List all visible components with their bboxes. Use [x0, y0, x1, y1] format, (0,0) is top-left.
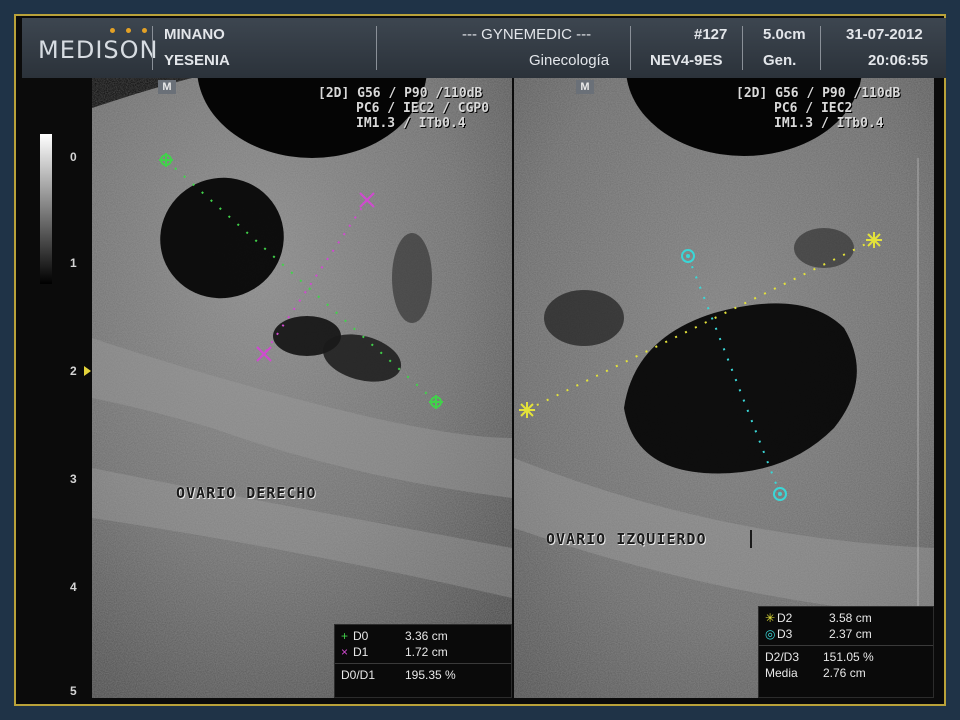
patient-first-name: YESENIA [164, 52, 230, 69]
param-line: IM1.3 / ITb0.4 [356, 116, 466, 131]
param-line: PC6 / IEC2 / CGP0 [356, 101, 490, 116]
mean-name: Media [765, 666, 798, 680]
measurement-box: ✳ D2 3.58 cm ◎ D3 2.37 cm D2/D3 151.05 %… [758, 606, 934, 698]
preset-name: Gen. [763, 52, 797, 69]
plus-caliper-icon: + [341, 629, 349, 643]
measurement-name: D1 [353, 645, 369, 659]
exam-type: Ginecología [529, 52, 610, 69]
measurement-name: D3 [777, 627, 793, 641]
measurement-value: 1.72 cm [405, 645, 448, 659]
measurement-value: 3.58 cm [829, 611, 872, 625]
mode-marker-badge: M [158, 80, 176, 94]
study-number: #127 [694, 26, 728, 43]
measurement-row: ◎ D3 2.37 cm [759, 626, 933, 642]
measurement-value: 3.36 cm [405, 629, 448, 643]
probe-name: NEV4-9ES [650, 52, 723, 69]
ratio-value: 151.05 % [823, 650, 874, 664]
ratio-name: D0/D1 [341, 668, 376, 682]
depth-tick: 0 [70, 150, 77, 164]
asterisk-caliper-icon: ✳ [765, 611, 776, 625]
divider [335, 663, 511, 664]
mean-value: 2.76 cm [823, 666, 866, 680]
header-divider [376, 26, 377, 70]
measurement-row: ✳ D2 3.58 cm [759, 610, 933, 626]
param-line: IM1.3 / ITb0.4 [774, 116, 884, 131]
depth-tick: 2 [70, 364, 77, 378]
ratio-row: D0/D1 195.35 % [335, 667, 511, 683]
imaging-params: [2D] G56 / P90 /110dB PC6 / IEC2 / CGP0 … [318, 86, 489, 131]
focus-marker-icon [84, 366, 91, 376]
ratio-name: D2/D3 [765, 650, 800, 664]
right-sonogram-svg [514, 78, 934, 698]
brand-logo: MEDISON [38, 36, 159, 64]
ratio-value: 195.35 % [405, 668, 456, 682]
patient-last-name: MINANO [164, 26, 225, 43]
header-divider [630, 26, 631, 70]
measurement-value: 2.37 cm [829, 627, 872, 641]
measurement-name: D0 [353, 629, 369, 643]
left-sonogram-svg [92, 78, 512, 698]
param-line: [2D] G56 / P90 /110dB [736, 86, 901, 101]
measurement-name: D2 [777, 611, 793, 625]
depth-tick: 1 [70, 256, 77, 270]
right-ultrasound-image[interactable]: M [2D] G56 / P90 /110dB PC6 / IEC2 IM1.3… [514, 78, 934, 698]
organ-label: OVARIO DERECHO [176, 484, 317, 502]
organ-label: OVARIO IZQUIERDO [546, 530, 707, 548]
exam-time: 20:06:55 [868, 52, 929, 69]
param-line: PC6 / IEC2 [774, 101, 853, 116]
header-divider [820, 26, 821, 70]
depth-tick: 4 [70, 580, 77, 594]
circle-caliper-icon: ◎ [765, 627, 776, 641]
text-cursor [750, 530, 752, 548]
logo-dots [110, 28, 147, 33]
mode-marker-badge: M [576, 80, 594, 94]
imaging-params: [2D] G56 / P90 /110dB PC6 / IEC2 IM1.3 /… [736, 86, 900, 131]
measurement-row: + D0 3.36 cm [335, 628, 511, 644]
cross-caliper-icon: × [341, 645, 349, 659]
header-divider [742, 26, 743, 70]
depth-tick: 5 [70, 684, 77, 698]
measurement-box: + D0 3.36 cm × D1 1.72 cm D0/D1 195.35 % [334, 624, 512, 698]
measurement-row: × D1 1.72 cm [335, 644, 511, 660]
scanner-header: MEDISON MINANO YESENIA --- GYNEMEDIC ---… [22, 18, 946, 78]
ratio-row: D2/D3 151.05 % [759, 649, 933, 665]
exam-date: 31-07-2012 [846, 26, 923, 43]
left-ultrasound-image[interactable]: M [2D] G56 / P90 /110dB PC6 / IEC2 / CGP… [92, 78, 512, 698]
mean-row: Media 2.76 cm [759, 665, 933, 681]
caliper-d2-end-icon[interactable] [866, 232, 882, 248]
institution-name: --- GYNEMEDIC --- [462, 26, 592, 43]
grayscale-bar [40, 134, 52, 284]
depth-readout: 5.0cm [763, 26, 806, 43]
header-divider [152, 26, 153, 70]
caliper-d2-start-icon[interactable] [519, 402, 535, 418]
param-line: [2D] G56 / P90 /110dB [318, 86, 483, 101]
depth-tick: 3 [70, 472, 77, 486]
divider [759, 645, 933, 646]
